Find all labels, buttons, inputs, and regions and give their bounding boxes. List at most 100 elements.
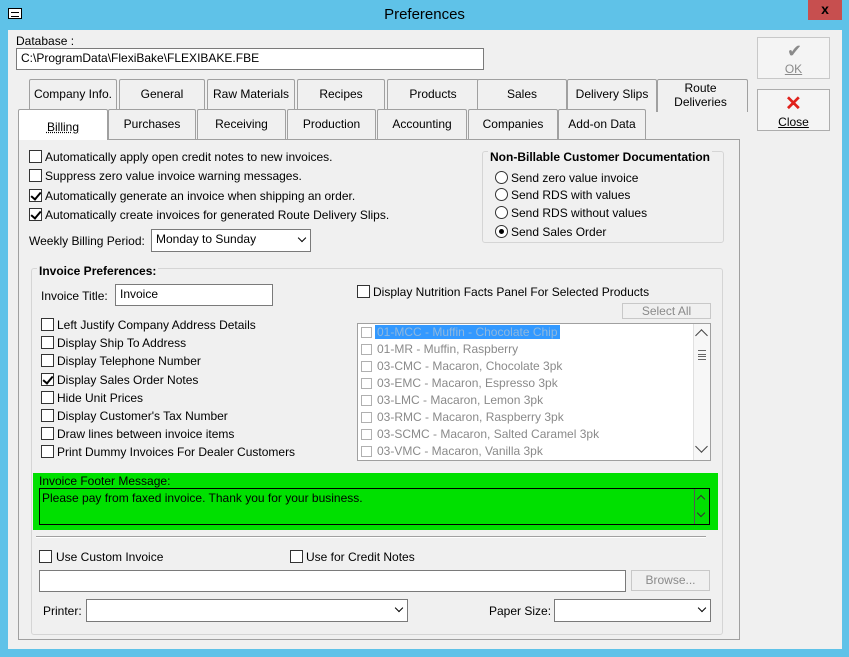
scroll-up-icon[interactable] xyxy=(695,329,708,342)
radio-send-zero-value[interactable] xyxy=(495,171,508,184)
item-checkbox[interactable] xyxy=(361,361,372,372)
checkbox-dummy-invoices[interactable] xyxy=(41,445,54,458)
list-item[interactable]: 03-CMC - Macaron, Chocolate 3pk xyxy=(361,358,691,375)
list-item[interactable]: 03-SCMC - Macaron, Salted Caramel 3pk xyxy=(361,426,691,443)
list-item[interactable]: 03-LMC - Macaron, Lemon 3pk xyxy=(361,392,691,409)
tab-sales[interactable]: Sales xyxy=(477,79,567,112)
scroll-grip-icon[interactable] xyxy=(698,350,706,360)
paper-size-label: Paper Size: xyxy=(489,604,552,618)
ok-label: OK xyxy=(784,62,803,76)
dialog-client: Database : C:\ProgramData\FlexiBake\FLEX… xyxy=(8,30,842,649)
scroll-up-icon[interactable] xyxy=(696,494,706,504)
invoice-footer-label: Invoice Footer Message: xyxy=(39,474,171,488)
label-draw-lines: Draw lines between invoice items xyxy=(57,427,235,441)
item-checkbox[interactable] xyxy=(361,446,372,457)
item-checkbox[interactable] xyxy=(361,412,372,423)
label-left-justify: Left Justify Company Address Details xyxy=(57,318,256,332)
tab-purchases[interactable]: Purchases xyxy=(108,109,196,139)
label-send-rds-values: Send RDS with values xyxy=(511,188,631,202)
custom-invoice-path-field[interactable] xyxy=(39,570,626,592)
scroll-down-icon[interactable] xyxy=(696,508,706,518)
tab-general[interactable]: General xyxy=(119,79,205,112)
item-checkbox[interactable] xyxy=(361,327,372,338)
checkbox-tax-number[interactable] xyxy=(41,409,54,422)
item-checkbox[interactable] xyxy=(361,395,372,406)
tab-billing-label: Billing xyxy=(46,120,79,134)
scroll-down-icon[interactable] xyxy=(695,440,708,453)
label-telephone: Display Telephone Number xyxy=(57,354,201,368)
product-list[interactable]: 01-MCC - Muffin - Chocolate Chip 01-MR -… xyxy=(357,323,711,461)
product-list-scrollbar[interactable] xyxy=(693,324,710,460)
item-checkbox[interactable] xyxy=(361,429,372,440)
checkbox-draw-lines[interactable] xyxy=(41,427,54,440)
checkbox-auto-credit-notes[interactable] xyxy=(29,150,42,163)
tab-accounting[interactable]: Accounting xyxy=(377,109,467,139)
tab-companies[interactable]: Companies xyxy=(468,109,558,139)
tab-raw-materials[interactable]: Raw Materials xyxy=(207,79,295,112)
label-auto-invoice-shipping: Automatically generate an invoice when s… xyxy=(45,189,356,203)
select-all-button[interactable]: Select All xyxy=(622,303,711,319)
checkbox-auto-invoice-shipping[interactable] xyxy=(29,189,42,202)
list-item[interactable]: 01-MR - Muffin, Raspberry xyxy=(361,341,691,358)
tab-delivery-slips[interactable]: Delivery Slips xyxy=(567,79,657,112)
paper-size-select[interactable] xyxy=(554,599,711,622)
label-tax-number: Display Customer's Tax Number xyxy=(57,409,228,423)
label-ship-to: Display Ship To Address xyxy=(57,336,187,350)
weekly-period-label: Weekly Billing Period: xyxy=(29,234,145,248)
radio-send-rds-values[interactable] xyxy=(495,188,508,201)
list-item[interactable]: 03-VMC - Macaron, Vanilla 3pk xyxy=(361,443,691,460)
label-suppress-zero-warnings: Suppress zero value invoice warning mess… xyxy=(45,169,302,183)
radio-send-sales-order[interactable] xyxy=(495,225,508,238)
checkbox-use-custom-invoice[interactable] xyxy=(39,550,52,563)
chevron-down-icon xyxy=(297,233,307,243)
label-dummy-invoices: Print Dummy Invoices For Dealer Customer… xyxy=(57,445,296,459)
checkbox-sales-order-notes[interactable] xyxy=(41,373,54,386)
checkbox-suppress-zero-warnings[interactable] xyxy=(29,169,42,182)
label-send-sales-order: Send Sales Order xyxy=(511,225,607,239)
label-hide-unit-prices: Hide Unit Prices xyxy=(57,391,144,405)
tab-products[interactable]: Products xyxy=(387,79,479,112)
checkbox-left-justify[interactable] xyxy=(41,318,54,331)
tab-receiving[interactable]: Receiving xyxy=(197,109,286,139)
list-item[interactable]: 03-EMC - Macaron, Espresso 3pk xyxy=(361,375,691,392)
tab-recipes[interactable]: Recipes xyxy=(297,79,385,112)
chevron-down-icon xyxy=(697,603,707,613)
weekly-period-value: Monday to Sunday xyxy=(156,232,257,246)
invoice-title-input[interactable]: Invoice xyxy=(115,284,273,306)
tab-route-deliveries[interactable]: Route Deliveries xyxy=(657,79,748,112)
checkbox-hide-unit-prices[interactable] xyxy=(41,391,54,404)
browse-button[interactable]: Browse... xyxy=(631,570,710,591)
window-close-button[interactable]: x xyxy=(808,0,842,20)
close-button[interactable]: ✕ Close xyxy=(757,89,830,131)
invoice-title-label: Invoice Title: xyxy=(41,289,108,303)
label-auto-credit-notes: Automatically apply open credit notes to… xyxy=(45,150,333,164)
list-item[interactable]: 01-MCC - Muffin - Chocolate Chip xyxy=(361,324,691,341)
footer-scrollbar[interactable] xyxy=(694,489,709,524)
close-x-icon: ✕ xyxy=(785,93,802,115)
printer-select[interactable] xyxy=(86,599,408,622)
ok-button[interactable]: ✔ OK xyxy=(757,37,830,79)
item-checkbox[interactable] xyxy=(361,344,372,355)
divider xyxy=(36,536,706,538)
list-item[interactable]: 03-RMC - Macaron, Raspberry 3pk xyxy=(361,409,691,426)
database-path-field[interactable]: C:\ProgramData\FlexiBake\FLEXIBAKE.FBE xyxy=(16,48,484,70)
checkbox-auto-invoice-rds[interactable] xyxy=(29,208,42,221)
chevron-down-icon xyxy=(394,603,404,613)
checkbox-telephone[interactable] xyxy=(41,354,54,367)
checkbox-nutrition-facts[interactable] xyxy=(357,285,370,298)
invoice-footer-textarea[interactable]: Please pay from faxed invoice. Thank you… xyxy=(39,488,710,525)
label-sales-order-notes: Display Sales Order Notes xyxy=(57,373,199,387)
close-label: Close xyxy=(778,115,809,129)
tab-billing[interactable]: Billing xyxy=(18,109,108,140)
item-checkbox[interactable] xyxy=(361,378,372,389)
radio-send-rds-no-values[interactable] xyxy=(495,206,508,219)
tab-add-on-data[interactable]: Add-on Data xyxy=(558,109,646,139)
title-bar[interactable]: Preferences x xyxy=(0,0,849,30)
checkbox-ship-to[interactable] xyxy=(41,336,54,349)
tab-production[interactable]: Production xyxy=(287,109,376,139)
label-nutrition-facts: Display Nutrition Facts Panel For Select… xyxy=(373,285,650,299)
checkbox-use-for-credit-notes[interactable] xyxy=(290,550,303,563)
tab-company-info[interactable]: Company Info. xyxy=(29,79,117,112)
weekly-period-select[interactable]: Monday to Sunday xyxy=(151,229,311,252)
label-send-zero-value: Send zero value invoice xyxy=(511,171,639,185)
